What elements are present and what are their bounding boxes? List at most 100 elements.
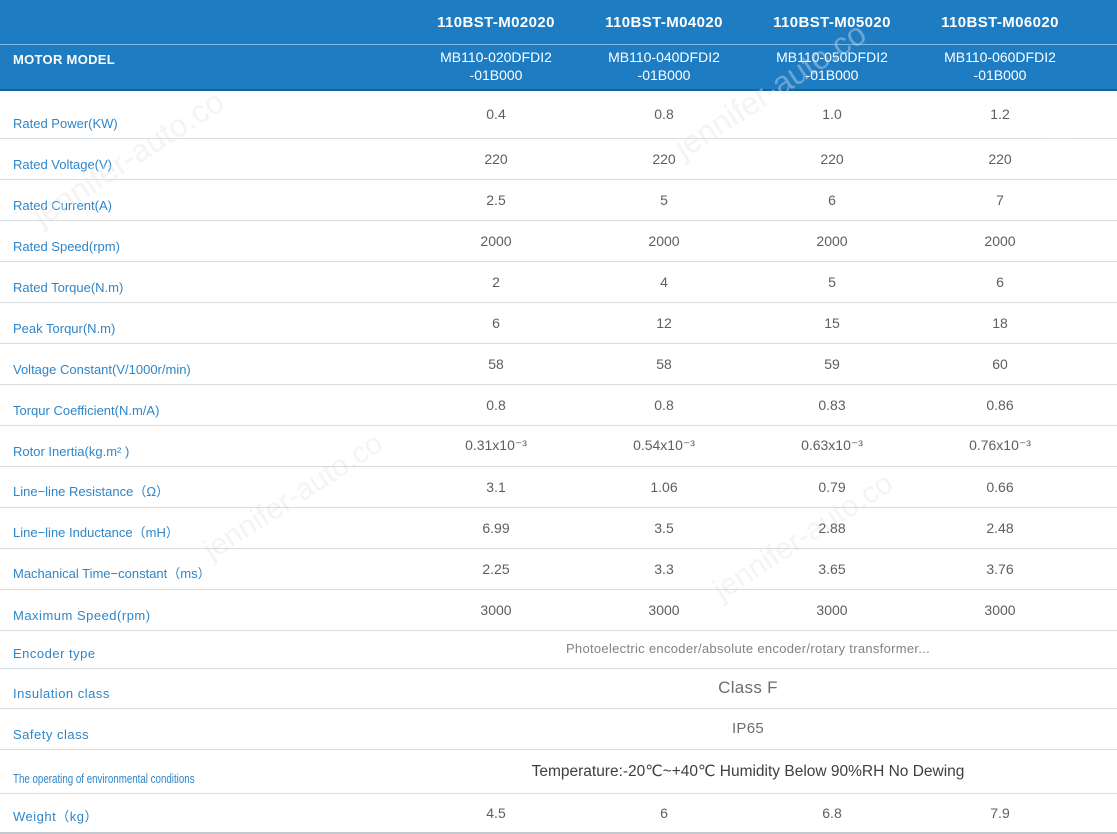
spec-label: Encoder type [0,630,412,668]
motor-model-label: MOTOR MODEL [0,52,115,69]
spec-value: 6.99 [412,507,580,548]
spec-row-rotor-inertia: Rotor Inertia(kg.m² ) 0.31x10⁻³ 0.54x10⁻… [0,425,1117,466]
spec-label: The operating of environmental condition… [0,749,412,793]
spec-row-mechanical-time-constant: Machanical Time−constant（ms） 2.25 3.3 3.… [0,548,1117,589]
spec-span-value: Photoelectric encoder/absolute encoder/r… [412,630,1084,668]
spec-value: 3000 [916,589,1084,630]
spec-label: Rated Current(A) [0,179,412,220]
part-number-cell: MB110-050DFDI2 -01B000 [748,45,916,91]
spec-row-safety-class: Safety class IP65 [0,708,1117,749]
filler-cell [1084,630,1117,668]
spec-value: 0.66 [916,466,1084,507]
spec-label: Insulation class [0,668,412,708]
spec-value: 5 [748,261,916,302]
filler-cell [1084,507,1117,548]
spec-value: 1.2 [916,90,1084,138]
environmental-conditions-value: Temperature:-20℃~+40℃ Humidity Below 90%… [532,763,965,780]
spec-label-text: Safety class [13,727,89,742]
spec-row-encoder-type: Encoder type Photoelectric encoder/absol… [0,630,1117,668]
header-part-row: MOTOR MODEL MB110-020DFDI2 -01B000 MB110… [0,45,1117,91]
header-filler-cell [1084,45,1117,91]
filler-cell [1084,425,1117,466]
spec-label: Safety class [0,708,412,749]
spec-value: 0.83 [748,384,916,425]
spec-span-value: IP65 [412,708,1084,749]
spec-value: 6.8 [748,793,916,833]
part-number-cell: MB110-060DFDI2 -01B000 [916,45,1084,91]
spec-value: 0.8 [580,384,748,425]
header-empty-cell [0,0,412,45]
spec-value: 2000 [412,220,580,261]
part-number-cell: MB110-040DFDI2 -01B000 [580,45,748,91]
spec-value: 0.76x10⁻³ [916,425,1084,466]
spec-value: 0.54x10⁻³ [580,425,748,466]
spec-span-value: Temperature:-20℃~+40℃ Humidity Below 90%… [412,749,1084,793]
filler-cell [1084,749,1117,793]
table-header: 110BST-M02020 110BST-M04020 110BST-M0502… [0,0,1117,90]
spec-value: 3000 [412,589,580,630]
spec-row-weight: Weight（kg） 4.5 6 6.8 7.9 [0,793,1117,833]
motor-spec-page: jennifer-auto.co jennifer-auto.co jennif… [0,0,1117,834]
filler-cell [1084,668,1117,708]
filler-cell [1084,384,1117,425]
spec-value: 0.31x10⁻³ [412,425,580,466]
spec-row-rated-voltage: Rated Voltage(V) 220 220 220 220 [0,138,1117,179]
spec-label: Rated Torque(N.m) [0,261,412,302]
spec-value: 5 [580,179,748,220]
filler-cell [1084,793,1117,833]
spec-row-rated-current: Rated Current(A) 2.5 5 6 7 [0,179,1117,220]
spec-label-text: Insulation class [13,686,110,701]
spec-row-line-inductance: Line−line Inductance（mH） 6.99 3.5 2.88 2… [0,507,1117,548]
spec-row-maximum-speed: Maximum Speed(rpm) 3000 3000 3000 3000 [0,589,1117,630]
spec-value: 12 [580,302,748,343]
spec-label-text: Encoder type [13,646,96,661]
spec-label: Rotor Inertia(kg.m² ) [0,425,412,466]
spec-value: 220 [748,138,916,179]
spec-value: 2.88 [748,507,916,548]
model-name-cell: 110BST-M06020 [916,0,1084,45]
spec-label: Weight（kg） [0,793,412,833]
spec-value: 220 [916,138,1084,179]
filler-cell [1084,466,1117,507]
filler-cell [1084,90,1117,138]
filler-cell [1084,708,1117,749]
spec-value: 0.79 [748,466,916,507]
spec-value: 6 [916,261,1084,302]
spec-value: 59 [748,343,916,384]
spec-value: 6 [412,302,580,343]
spec-value: 0.8 [580,90,748,138]
filler-cell [1084,261,1117,302]
spec-label: Maximum Speed(rpm) [0,589,412,630]
spec-value: 60 [916,343,1084,384]
spec-value: 1.06 [580,466,748,507]
spec-value: 3.5 [580,507,748,548]
spec-value: 2000 [580,220,748,261]
spec-value: 58 [412,343,580,384]
spec-label: Rated Voltage(V) [0,138,412,179]
spec-value: 4.5 [412,793,580,833]
header-filler-cell [1084,0,1117,45]
model-name-cell: 110BST-M02020 [412,0,580,45]
spec-value: 220 [412,138,580,179]
filler-cell [1084,220,1117,261]
spec-value: 0.4 [412,90,580,138]
motor-spec-table: 110BST-M02020 110BST-M04020 110BST-M0502… [0,0,1117,834]
spec-value: 0.86 [916,384,1084,425]
filler-cell [1084,179,1117,220]
filler-cell [1084,589,1117,630]
spec-value: 2.48 [916,507,1084,548]
spec-value: 3000 [580,589,748,630]
model-name-cell: 110BST-M04020 [580,0,748,45]
spec-value: 6 [748,179,916,220]
spec-value: 7.9 [916,793,1084,833]
motor-model-header-cell: MOTOR MODEL [0,45,412,91]
spec-label: Peak Torqur(N.m) [0,302,412,343]
spec-value: 2 [412,261,580,302]
spec-value: 2.5 [412,179,580,220]
insulation-class-value: Class F [718,678,778,697]
part-number-cell: MB110-020DFDI2 -01B000 [412,45,580,91]
spec-row-voltage-constant: Voltage Constant(V/1000r/min) 58 58 59 6… [0,343,1117,384]
spec-value: 3.1 [412,466,580,507]
spec-label-text: The operating of environmental condition… [13,772,195,786]
spec-value: 7 [916,179,1084,220]
